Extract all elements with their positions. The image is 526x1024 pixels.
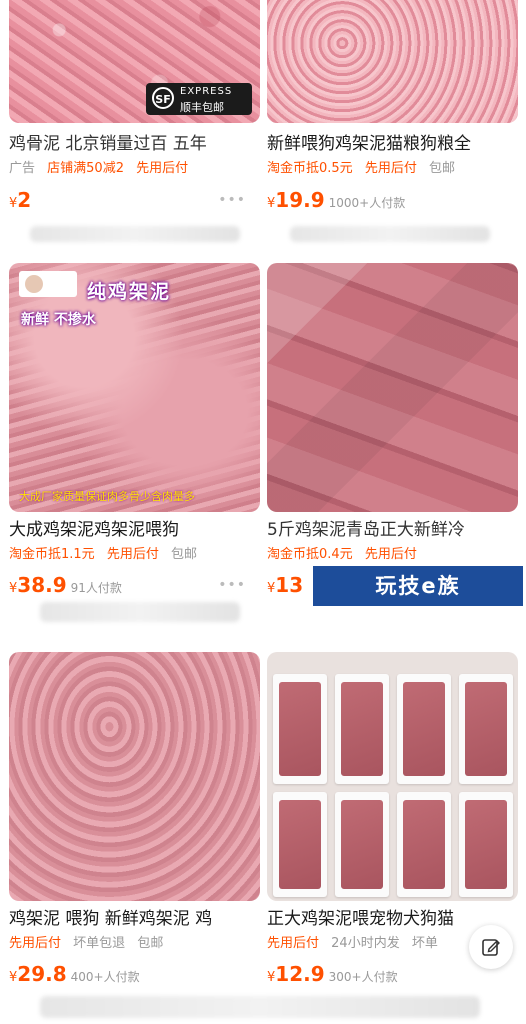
product-image[interactable]: SF EXPRESS 顺丰包邮 bbox=[9, 0, 260, 123]
more-options-icon[interactable]: ••• bbox=[218, 577, 246, 593]
badge-shipping-label: 顺丰包邮 bbox=[180, 101, 224, 114]
product-tags: 淘金币抵0.5元 先用后付 包邮 bbox=[267, 160, 518, 178]
sold-count: 1000+人付款 bbox=[328, 196, 406, 210]
free-shipping-tag: 包邮 bbox=[137, 936, 164, 951]
brand-logo bbox=[19, 271, 77, 297]
blurred-row bbox=[40, 996, 480, 1018]
product-price: ¥38.9 91人付款 bbox=[9, 573, 122, 597]
coin-discount-tag: 淘金币抵0.4元 bbox=[267, 547, 353, 562]
pay-later-tag: 先用后付 bbox=[106, 547, 159, 562]
pay-later-tag: 先用后付 bbox=[136, 161, 189, 176]
refund-tag: 坏单包退 bbox=[73, 936, 126, 951]
promo-tag: 店铺满50减2 bbox=[47, 161, 124, 176]
product-card-2[interactable]: 新鲜喂狗鸡架泥猫粮狗粮全 淘金币抵0.5元 先用后付 包邮 ¥19.9 1000+… bbox=[267, 0, 518, 220]
product-image[interactable] bbox=[267, 263, 518, 512]
free-shipping-tag: 包邮 bbox=[428, 161, 455, 176]
product-image[interactable] bbox=[9, 652, 260, 901]
product-title[interactable]: 鸡骨泥 北京销量过百 五年 bbox=[9, 133, 260, 155]
product-title[interactable]: 5斤鸡架泥青岛正大新鲜冷 bbox=[267, 519, 518, 541]
tray bbox=[459, 674, 513, 784]
sold-count: 300+人付款 bbox=[328, 970, 398, 984]
blurred-row bbox=[30, 226, 240, 242]
pay-later-tag: 先用后付 bbox=[9, 936, 62, 951]
blurred-row bbox=[290, 226, 490, 242]
free-shipping-tag: 包邮 bbox=[170, 547, 197, 562]
product-price: ¥19.9 1000+人付款 bbox=[267, 188, 405, 212]
tray bbox=[273, 674, 327, 784]
more-options-icon[interactable]: ••• bbox=[218, 192, 246, 208]
tray bbox=[459, 792, 513, 897]
blurred-row bbox=[40, 602, 240, 622]
refund-tag: 坏单 bbox=[411, 936, 438, 951]
fast-ship-tag: 24小时内发 bbox=[331, 936, 400, 951]
price-value: 19.9 bbox=[275, 188, 325, 212]
tray bbox=[397, 792, 451, 897]
image-caption: 纯鸡架泥 bbox=[87, 281, 172, 303]
price-value: 2 bbox=[17, 188, 32, 212]
product-card-4[interactable]: 5斤鸡架泥青岛正大新鲜冷 淘金币抵0.4元 先用后付 ¥13 bbox=[267, 263, 518, 603]
product-card-1[interactable]: SF EXPRESS 顺丰包邮 鸡骨泥 北京销量过百 五年 广告 店铺满50减2… bbox=[9, 0, 260, 220]
product-image[interactable] bbox=[267, 652, 518, 901]
price-value: 13 bbox=[275, 573, 304, 597]
tray bbox=[273, 792, 327, 897]
tray bbox=[397, 674, 451, 784]
product-tags: 淘金币抵1.1元 先用后付 包邮 bbox=[9, 546, 260, 564]
sold-count: 400+人付款 bbox=[70, 970, 140, 984]
badge-express-label: EXPRESS bbox=[180, 86, 233, 97]
product-price: ¥13 bbox=[267, 573, 303, 597]
product-image[interactable] bbox=[267, 0, 518, 123]
edit-icon bbox=[482, 939, 500, 956]
product-tags: 广告 店铺满50减2 先用后付 bbox=[9, 160, 260, 178]
product-tags: 淘金币抵0.4元 先用后付 bbox=[267, 546, 518, 564]
sf-express-badge: SF EXPRESS 顺丰包邮 bbox=[146, 83, 252, 115]
product-price: ¥12.9 300+人付款 bbox=[267, 962, 398, 986]
product-title[interactable]: 新鲜喂狗鸡架泥猫粮狗粮全 bbox=[267, 133, 518, 155]
product-tags: 先用后付 坏单包退 包邮 bbox=[9, 935, 260, 953]
product-card-3[interactable]: 纯鸡架泥 新鲜 不掺水 大成厂家质量保证肉多骨少含肉量多 大成鸡架泥鸡架泥喂狗 … bbox=[9, 263, 260, 603]
floating-edit-button[interactable] bbox=[469, 925, 513, 969]
coin-discount-tag: 淘金币抵0.5元 bbox=[267, 161, 353, 176]
pay-later-tag: 先用后付 bbox=[267, 936, 320, 951]
price-value: 29.8 bbox=[17, 962, 67, 986]
product-price: ¥29.8 400+人付款 bbox=[9, 962, 140, 986]
price-value: 38.9 bbox=[17, 573, 67, 597]
tray bbox=[335, 792, 389, 897]
product-title[interactable]: 大成鸡架泥鸡架泥喂狗 bbox=[9, 519, 260, 541]
tray bbox=[335, 674, 389, 784]
price-value: 12.9 bbox=[275, 962, 325, 986]
pay-later-tag: 先用后付 bbox=[364, 161, 417, 176]
watermark-banner: 玩技e族 bbox=[313, 566, 523, 606]
sold-count: 91人付款 bbox=[70, 581, 122, 595]
product-card-5[interactable]: 鸡架泥 喂狗 新鲜鸡架泥 鸡 先用后付 坏单包退 包邮 ¥29.8 400+人付款 bbox=[9, 652, 260, 992]
product-title[interactable]: 鸡架泥 喂狗 新鲜鸡架泥 鸡 bbox=[9, 908, 260, 930]
product-price: ¥2 bbox=[9, 188, 31, 212]
product-image[interactable]: 纯鸡架泥 新鲜 不掺水 大成厂家质量保证肉多骨少含肉量多 bbox=[9, 263, 260, 512]
coin-discount-tag: 淘金币抵1.1元 bbox=[9, 547, 95, 562]
pay-later-tag: 先用后付 bbox=[364, 547, 417, 562]
sf-logo-icon: SF bbox=[152, 87, 174, 109]
image-footer-caption: 大成厂家质量保证肉多骨少含肉量多 bbox=[19, 490, 195, 503]
ad-tag: 广告 bbox=[9, 161, 36, 176]
image-subcaption: 新鲜 不掺水 bbox=[21, 312, 96, 328]
